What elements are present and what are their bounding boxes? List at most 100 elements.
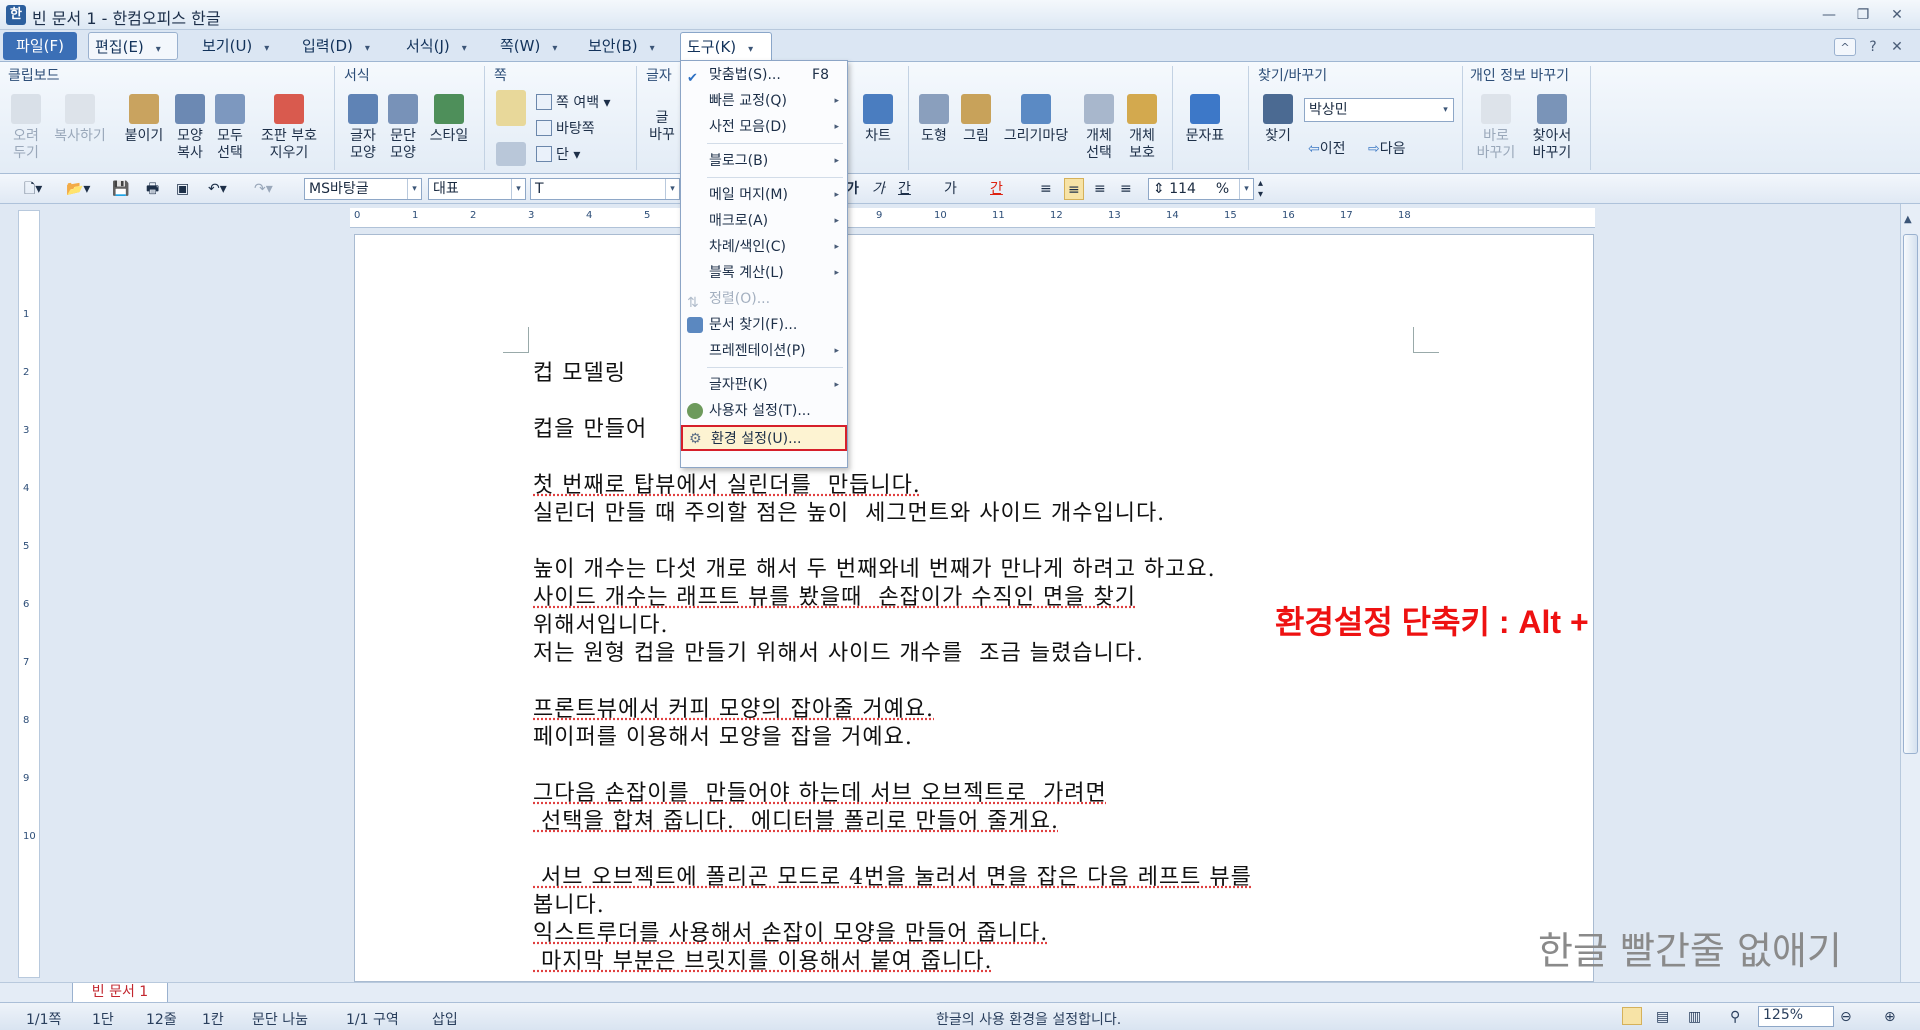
print-icon[interactable]: 🖶 — [146, 178, 159, 200]
page-view-icon[interactable]: ▤ — [1656, 1009, 1669, 1025]
char-partial-button[interactable]: 글 바꾸 — [648, 110, 676, 144]
align-left-icon[interactable]: ≡ — [1064, 178, 1084, 200]
ruler-tick-label: 11 — [992, 210, 1005, 221]
clear-format-button[interactable]: 조판 부호 지우기 — [254, 94, 324, 162]
column-button[interactable]: 단 ▾ — [536, 144, 580, 164]
doc-line[interactable]: 서브 오브젝트에 폴리곤 모드로 4번을 눌러서 면을 잡은 다음 레프트 뷰를 — [533, 859, 1252, 891]
font-color-button[interactable]: 간 — [990, 178, 1003, 200]
shape-button[interactable]: 도형 — [914, 94, 954, 145]
minimize-button[interactable]: — — [1818, 6, 1840, 24]
copy-button[interactable]: 복사하기 — [48, 94, 112, 145]
menu-file[interactable]: 파일(F) — [3, 32, 77, 60]
layout-view-icon[interactable]: ▥ — [1688, 1009, 1701, 1025]
menu-item-user-settings[interactable]: 사용자 설정(T)... — [681, 399, 847, 423]
menu-item-quick-correct[interactable]: 빠른 교정(Q) ▸ — [681, 89, 847, 113]
select-all-button[interactable]: 모두 선택 — [210, 94, 250, 162]
menu-item-keyboard[interactable]: 글자판(K) ▸ — [681, 373, 847, 397]
object-protect-button[interactable]: 개체 보호 — [1120, 94, 1164, 162]
page-setup-button[interactable] — [494, 90, 528, 130]
style-button[interactable]: 스타일 — [424, 94, 474, 145]
close-button[interactable]: ✕ — [1886, 6, 1908, 24]
italic-button[interactable]: 가 — [872, 178, 885, 200]
chevron-down-icon[interactable]: ▾ — [1438, 99, 1453, 121]
new-doc-icon[interactable]: 🗋▾ — [24, 178, 42, 200]
char-shape-button[interactable]: 글자 모양 — [344, 94, 382, 162]
menu-item-mail-merge[interactable]: 메일 머지(M) ▸ — [681, 183, 847, 207]
preview-icon[interactable]: ▣ — [176, 178, 189, 200]
doc-line[interactable]: 컵 모델링 — [533, 355, 626, 387]
menu-security[interactable]: 보안(B) ▾ — [582, 32, 661, 60]
object-protect-label: 개체 보호 — [1129, 128, 1155, 161]
doc-line[interactable]: 페이퍼를 이용해서 모양을 잡을 거예요. — [533, 719, 913, 751]
font-combo[interactable]: T ▾ — [530, 178, 680, 200]
paste-button[interactable]: 붙이기 — [118, 94, 170, 145]
zoom-in-icon[interactable]: ⊕ — [1884, 1009, 1896, 1025]
chevron-down-icon[interactable]: ▾ — [156, 44, 161, 55]
underline-button[interactable]: 간 — [898, 178, 911, 200]
format-copy-button[interactable]: 모양 복사 — [172, 94, 208, 162]
doc-line[interactable]: 선택을 합쳐 줍니다. 에디터블 폴리로 만들어 줄게요. — [533, 803, 1059, 835]
find-replace-button[interactable]: 찾아서 바꾸기 — [1524, 94, 1580, 162]
chart-button[interactable]: 차트 — [858, 94, 898, 145]
find-input[interactable]: 박상민 — [1304, 98, 1454, 122]
picture-button[interactable]: 그림 — [956, 94, 996, 145]
zoom-icon[interactable]: ⚲ — [1730, 1009, 1740, 1025]
ribbon-close-button[interactable]: ✕ — [1886, 38, 1908, 56]
align-justify-icon[interactable]: ≡ — [1040, 178, 1052, 200]
restore-button[interactable]: ❐ — [1852, 6, 1874, 24]
doc-tab[interactable]: 빈 문서 1 — [72, 983, 168, 1003]
find-prev-button[interactable]: ⇦이전 — [1308, 138, 1346, 158]
style-combo[interactable]: 대표 ▾ — [428, 178, 526, 200]
status-mode[interactable]: 삽입 — [432, 1009, 458, 1029]
document-page[interactable]: 컵 모델링 컵을 만들어 첫 번째로 탑뷰에서 실린더를 만듭니다. 실린더 만들 때… — [354, 234, 1594, 982]
menu-item-environment-settings[interactable]: ⚙ 환경 설정(U)... — [681, 425, 847, 451]
menu-item-blog[interactable]: 블로그(B) ▸ — [681, 149, 847, 173]
zoom-combo[interactable]: 125% — [1758, 1006, 1834, 1027]
open-folder-icon[interactable]: 📂▾ — [66, 178, 90, 200]
drawing-gallery-button[interactable]: 그리기마당 — [998, 94, 1074, 145]
find-next-button[interactable]: ⇨다음 — [1368, 138, 1406, 158]
align-center-icon[interactable]: ≡ — [1094, 178, 1106, 200]
menu-item-toc-index[interactable]: 차례/색인(C) ▸ — [681, 235, 847, 259]
doc-line[interactable]: 컵을 만들어 — [533, 411, 647, 443]
language-font-combo[interactable]: MS바탕글 ▾ — [304, 178, 422, 200]
menu-item-block-calc[interactable]: 블록 계산(L) ▸ — [681, 261, 847, 285]
menu-item-spellcheck[interactable]: ✔ 맞춤법(S)... F8 — [681, 63, 847, 87]
menu-view[interactable]: 보기(U) ▾ — [196, 32, 275, 60]
menu-input[interactable]: 입력(D) ▾ — [296, 32, 376, 60]
menu-format[interactable]: 서식(J) ▾ — [400, 32, 473, 60]
doc-line[interactable]: 실린더 만들 때 주의할 점은 높이 세그먼트와 사이드 개수입니다. — [533, 495, 1165, 527]
menu-edit[interactable]: 편집(E) ▾ — [88, 32, 178, 60]
help-button[interactable]: ? — [1862, 38, 1884, 56]
menu-page[interactable]: 쪽(W) ▾ — [494, 32, 563, 60]
page-extra-button[interactable] — [496, 142, 526, 170]
replace-now-button[interactable]: 바로 바꾸기 — [1472, 94, 1520, 162]
menu-tools[interactable]: 도구(K) ▾ — [680, 32, 772, 63]
object-select-button[interactable]: 개체 선택 — [1080, 94, 1118, 162]
menu-item-dictionary[interactable]: 사전 모음(D) ▸ — [681, 115, 847, 139]
menu-item-presentation[interactable]: 프레젠테이션(P) ▸ — [681, 339, 847, 363]
strike-button[interactable]: 가 — [944, 178, 957, 200]
cut-button[interactable]: 오려 두기 — [6, 94, 46, 162]
align-right-icon[interactable]: ≡ — [1120, 178, 1132, 200]
menu-item-find-doc[interactable]: 문서 찾기(F)... — [681, 313, 847, 337]
scroll-thumb[interactable] — [1903, 234, 1918, 754]
ribbon-collapse-button[interactable]: ^ — [1834, 38, 1856, 56]
redo-icon[interactable]: ↷▾ — [254, 178, 273, 200]
menu-item-macro[interactable]: 매크로(A) ▸ — [681, 209, 847, 233]
background-page-button[interactable]: 바탕쪽 — [536, 118, 595, 138]
find-button[interactable]: 찾기 — [1258, 94, 1298, 145]
scroll-up-icon[interactable]: ▲ — [1904, 214, 1912, 225]
save-icon[interactable]: 💾 — [112, 178, 129, 200]
view-mode-icon[interactable] — [1622, 1007, 1642, 1025]
symbol-button[interactable]: 문자표 — [1180, 94, 1230, 145]
page-margin-button[interactable]: 쪽 여백 ▾ — [536, 92, 611, 112]
spin-updown-icon[interactable]: ▴ ▾ — [1258, 178, 1263, 200]
undo-icon[interactable]: ↶▾ — [208, 178, 227, 200]
doc-line[interactable]: 저는 원형 컵을 만들기 위해서 사이드 개수를 조금 늘렸습니다. — [533, 635, 1144, 667]
zoom-out-icon[interactable]: ⊖ — [1840, 1009, 1852, 1025]
para-shape-button[interactable]: 문단 모양 — [384, 94, 422, 162]
vertical-scrollbar[interactable]: ▲ — [1900, 204, 1920, 982]
line-spacing-combo[interactable]: ⇕ 114% ▾ — [1148, 178, 1254, 200]
doc-line[interactable]: 마지막 부분은 브릿지를 이용해서 붙여 줍니다. — [533, 943, 993, 975]
